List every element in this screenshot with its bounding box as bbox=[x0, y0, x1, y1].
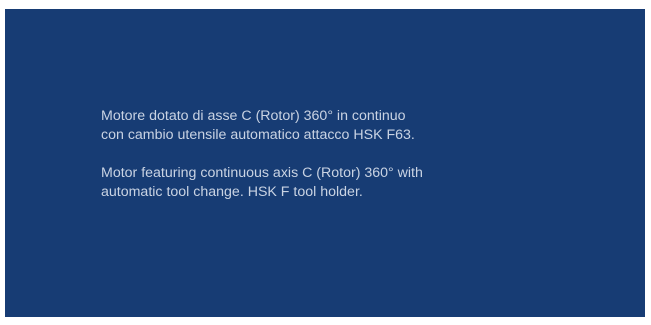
description-block: Motore dotato di asse C (Rotor) 360° in … bbox=[101, 107, 521, 202]
info-panel: Motore dotato di asse C (Rotor) 360° in … bbox=[5, 9, 645, 317]
description-italian: Motore dotato di asse C (Rotor) 360° in … bbox=[101, 108, 415, 143]
description-english: Motor featuring continuous axis C (Rotor… bbox=[101, 165, 423, 200]
